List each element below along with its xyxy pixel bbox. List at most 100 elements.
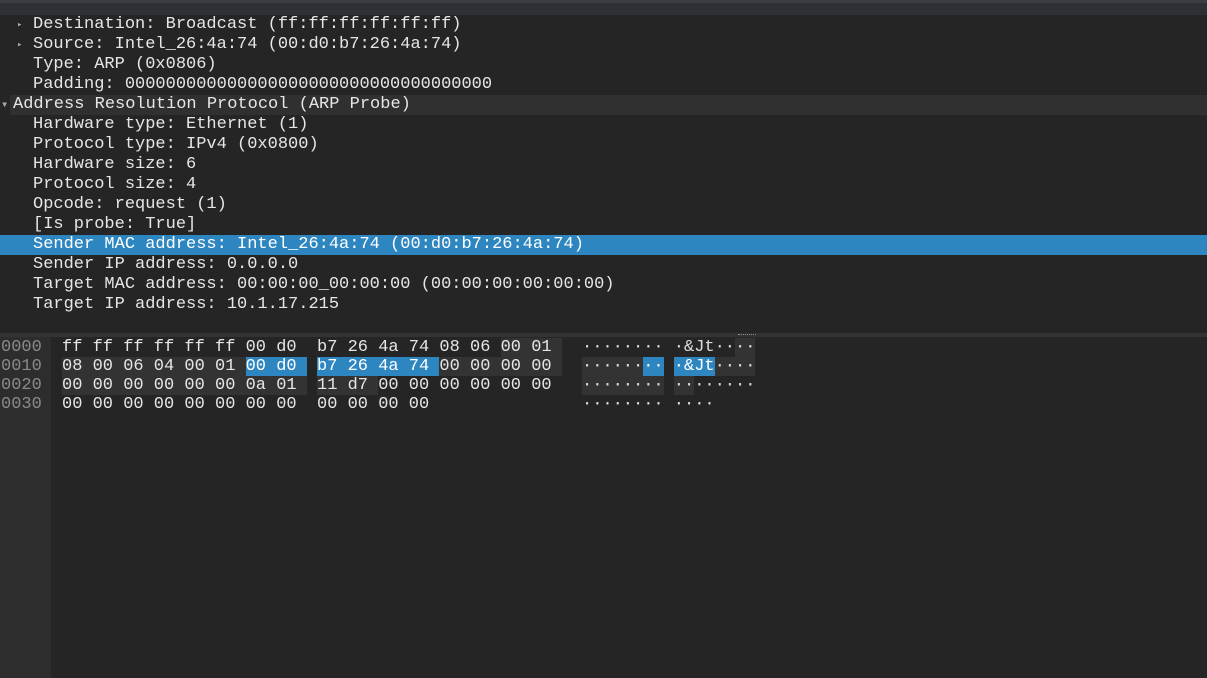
- ascii-char[interactable]: t: [704, 338, 714, 357]
- hex-byte[interactable]: 74: [408, 357, 440, 376]
- tree-item[interactable]: Protocol type: IPv4 (0x0800): [0, 135, 1207, 155]
- hex-byte[interactable]: 00: [500, 357, 532, 376]
- hex-byte[interactable]: 00: [92, 376, 124, 395]
- tree-item[interactable]: ▸ Source: Intel_26:4a:74 (00:d0:b7:26:4a:…: [0, 35, 1207, 55]
- hex-byte[interactable]: d0: [276, 357, 307, 376]
- ascii-char[interactable]: ·: [633, 376, 643, 395]
- tree-item[interactable]: Sender MAC address: Intel_26:4a:74 (00:d…: [0, 235, 1207, 255]
- ascii-char[interactable]: ·: [715, 338, 725, 357]
- hex-byte[interactable]: 00: [348, 395, 379, 414]
- hex-byte[interactable]: 00: [215, 395, 246, 414]
- ascii-char[interactable]: ·: [582, 338, 592, 357]
- ascii-char[interactable]: ·: [745, 376, 755, 395]
- hex-byte[interactable]: 00: [123, 395, 154, 414]
- tree-item[interactable]: Hardware size: 6: [0, 155, 1207, 175]
- hex-byte[interactable]: 00: [501, 376, 532, 395]
- ascii-char[interactable]: ·: [602, 376, 613, 395]
- ascii-char[interactable]: ·: [592, 338, 602, 357]
- ascii-char[interactable]: ·: [643, 357, 653, 376]
- hex-byte[interactable]: 01: [531, 338, 562, 357]
- collapsed-arrow-icon[interactable]: ▸: [17, 15, 22, 35]
- ascii-char[interactable]: ·: [694, 395, 704, 414]
- ascii-char[interactable]: ·: [613, 395, 623, 414]
- ascii-char[interactable]: ·: [633, 357, 643, 376]
- hex-byte[interactable]: ff: [93, 338, 124, 357]
- ascii-char[interactable]: ·: [612, 376, 623, 395]
- hex-byte[interactable]: 00: [409, 376, 440, 395]
- hex-byte[interactable]: 00: [245, 357, 277, 376]
- ascii-char[interactable]: t: [704, 357, 715, 376]
- hex-byte[interactable]: 00: [184, 376, 215, 395]
- ascii-char[interactable]: ·: [623, 338, 633, 357]
- hex-byte[interactable]: 04: [153, 357, 185, 376]
- ascii-char[interactable]: ·: [673, 376, 684, 395]
- ascii-char[interactable]: ·: [633, 395, 643, 414]
- tree-item[interactable]: ▾ Address Resolution Protocol (ARP Probe): [1, 95, 1207, 115]
- ascii-char[interactable]: ·: [613, 338, 623, 357]
- ascii-char[interactable]: ·: [612, 357, 623, 376]
- ascii-char[interactable]: ·: [725, 376, 735, 395]
- hex-byte[interactable]: 00: [184, 395, 215, 414]
- hex-byte[interactable]: 00: [246, 395, 277, 414]
- ascii-char[interactable]: &: [684, 357, 694, 376]
- hex-byte[interactable]: ff: [215, 338, 246, 357]
- hex-byte[interactable]: 00: [93, 395, 124, 414]
- ascii-char[interactable]: ·: [735, 357, 745, 376]
- hex-byte[interactable]: 08: [62, 357, 93, 376]
- pane-splitter[interactable]: [0, 333, 1207, 337]
- ascii-char[interactable]: ·: [643, 376, 653, 395]
- hex-byte[interactable]: 4a: [378, 338, 409, 357]
- ascii-char[interactable]: ·: [582, 376, 592, 395]
- tree-item[interactable]: Target MAC address: 00:00:00_00:00:00 (0…: [0, 275, 1207, 295]
- hex-byte[interactable]: 00: [470, 376, 501, 395]
- hex-byte[interactable]: 06: [123, 357, 154, 376]
- hex-byte[interactable]: b7: [317, 357, 348, 376]
- ascii-char[interactable]: ·: [622, 357, 633, 376]
- hex-byte[interactable]: 00: [184, 357, 215, 376]
- hex-byte[interactable]: 00: [123, 376, 154, 395]
- hex-byte[interactable]: 00: [531, 376, 562, 395]
- ascii-char[interactable]: ·: [684, 376, 694, 395]
- hex-byte[interactable]: 08: [439, 338, 470, 357]
- hex-byte[interactable]: 01: [276, 376, 307, 395]
- tree-item[interactable]: Sender IP address: 0.0.0.0: [0, 255, 1207, 275]
- hex-byte[interactable]: 00: [531, 357, 562, 376]
- ascii-char[interactable]: J: [694, 338, 704, 357]
- tree-item[interactable]: Hardware type: Ethernet (1): [0, 115, 1207, 135]
- ascii-char[interactable]: ·: [653, 376, 664, 395]
- ascii-char[interactable]: J: [694, 357, 704, 376]
- ascii-char[interactable]: ·: [602, 395, 612, 414]
- hex-byte[interactable]: 00: [153, 376, 185, 395]
- hex-byte[interactable]: 00: [62, 395, 93, 414]
- hex-byte[interactable]: d0: [276, 338, 307, 357]
- hex-byte[interactable]: 00: [215, 376, 246, 395]
- hex-byte[interactable]: 00: [154, 395, 185, 414]
- tree-item[interactable]: [Is probe: True]: [0, 215, 1207, 235]
- hex-byte[interactable]: 00: [439, 376, 470, 395]
- ascii-char[interactable]: ·: [592, 395, 602, 414]
- hex-byte[interactable]: 11: [317, 376, 348, 395]
- hex-byte[interactable]: 74: [409, 338, 440, 357]
- hex-byte[interactable]: 0a: [245, 376, 277, 395]
- ascii-char[interactable]: ·: [623, 395, 633, 414]
- ascii-char[interactable]: ·: [745, 338, 755, 357]
- hex-byte[interactable]: 00: [378, 395, 409, 414]
- ascii-char[interactable]: ·: [673, 357, 684, 376]
- collapsed-arrow-icon[interactable]: ▸: [17, 35, 22, 55]
- hex-byte[interactable]: 00: [317, 395, 348, 414]
- hex-byte[interactable]: 00: [409, 395, 440, 414]
- hex-byte[interactable]: b7: [317, 338, 348, 357]
- packet-details-tree[interactable]: ▸ Destination: Broadcast (ff:ff:ff:ff:ff:…: [0, 15, 1207, 315]
- ascii-char[interactable]: ·: [715, 376, 725, 395]
- hex-byte[interactable]: ff: [184, 338, 215, 357]
- ascii-char[interactable]: ·: [602, 338, 612, 357]
- hex-byte[interactable]: 00: [378, 376, 409, 395]
- ascii-char[interactable]: ·: [724, 357, 735, 376]
- ascii-char[interactable]: ·: [592, 357, 602, 376]
- ascii-char[interactable]: ·: [694, 376, 704, 395]
- splitter-grip-icon[interactable]: [738, 334, 756, 337]
- hex-byte[interactable]: 00: [246, 338, 277, 357]
- expanded-arrow-icon[interactable]: ▾: [1, 95, 8, 115]
- tree-item[interactable]: Target IP address: 10.1.17.215: [0, 295, 1207, 315]
- ascii-char[interactable]: ·: [602, 357, 613, 376]
